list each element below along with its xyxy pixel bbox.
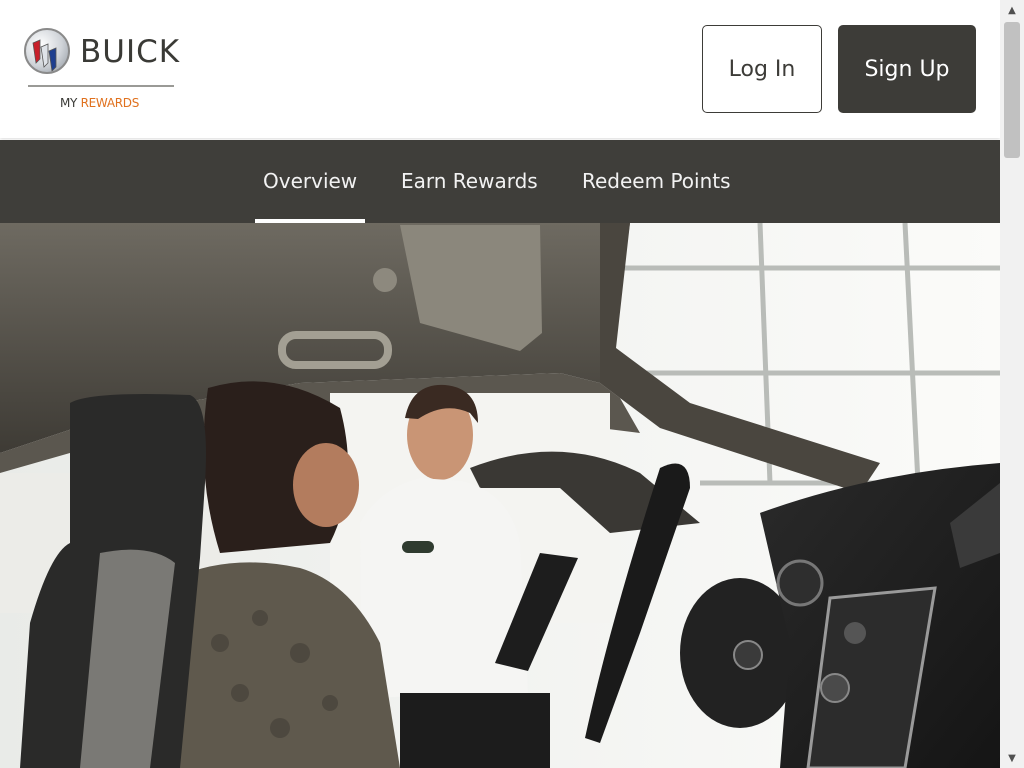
hero-image	[0, 223, 1000, 768]
arrow-down-icon[interactable]: ▼	[1000, 748, 1024, 768]
site-header: BUICK MY REWARDS Log In Sign Up	[0, 0, 1000, 138]
nav-tab-overview[interactable]: Overview	[254, 140, 366, 223]
program-accent: REWARDS	[80, 96, 140, 110]
arrow-up-icon[interactable]: ▲	[1000, 0, 1024, 20]
logo-divider	[28, 85, 174, 87]
hero-photo-illustration	[0, 223, 1000, 768]
brand-name: BUICK	[80, 34, 181, 70]
buick-tri-shield-icon	[24, 28, 70, 74]
sign-up-button[interactable]: Sign Up	[838, 25, 976, 113]
program-prefix: MY	[60, 96, 78, 110]
nav-tab-earn-rewards[interactable]: Earn Rewards	[401, 140, 538, 223]
program-name: MY REWARDS	[60, 95, 139, 111]
vertical-scrollbar[interactable]: ▲ ▼	[1000, 0, 1024, 768]
scrollbar-thumb[interactable]	[1004, 22, 1020, 158]
main-nav: Overview Earn Rewards Redeem Points	[0, 140, 1000, 223]
buick-my-rewards-logo[interactable]: BUICK MY REWARDS	[24, 26, 179, 116]
nav-tab-redeem-points[interactable]: Redeem Points	[582, 140, 731, 223]
log-in-button[interactable]: Log In	[702, 25, 822, 113]
